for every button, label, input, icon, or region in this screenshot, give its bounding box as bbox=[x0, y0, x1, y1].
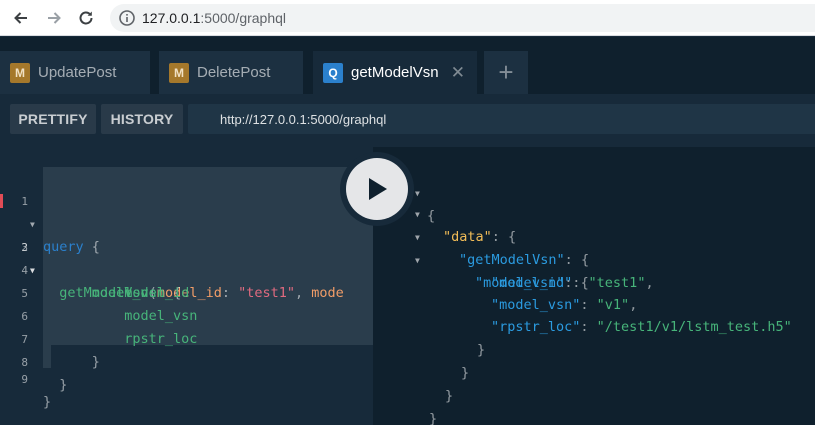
editor-line: 4 model_id bbox=[0, 236, 373, 301]
query-editor[interactable]: 1 ▼ query { 2 ▼ getModelVsn(model_id: "t… bbox=[0, 147, 373, 425]
query-badge: Q bbox=[323, 62, 343, 83]
execute-query-button[interactable] bbox=[340, 152, 414, 226]
result-line: ▼ "model_vsn": { bbox=[373, 226, 815, 291]
result-line: "model_vsn": "v1", bbox=[491, 297, 638, 313]
tab-label: UpdatePost bbox=[38, 64, 117, 81]
history-button[interactable]: HISTORY bbox=[101, 104, 183, 134]
forward-button[interactable] bbox=[42, 6, 66, 30]
endpoint-input[interactable]: http://127.0.0.1:5000/graphql bbox=[188, 104, 815, 134]
editor-line: 6 rpstr_loc bbox=[0, 282, 373, 347]
editor-line: 9 } bbox=[0, 345, 373, 410]
arrow-right-icon bbox=[48, 12, 61, 24]
reload-icon bbox=[79, 11, 93, 25]
tab-label: DeletePost bbox=[197, 64, 271, 81]
editor-line: 1 ▼ query { bbox=[0, 167, 373, 255]
tab-updatepost[interactable]: M UpdatePost bbox=[0, 51, 150, 94]
tab-label: getModelVsn bbox=[351, 64, 439, 81]
tab-bar: M UpdatePost M DeletePost Q getModelVsn … bbox=[0, 51, 815, 94]
result-line: } bbox=[461, 365, 470, 381]
result-line: ▼ { bbox=[373, 159, 815, 224]
editor-line: 2 ▼ getModelVsn(model_id: "test1", mode bbox=[0, 190, 373, 301]
error-marker bbox=[0, 194, 3, 208]
close-icon[interactable]: ✕ bbox=[451, 63, 465, 83]
result-line: } bbox=[429, 411, 438, 425]
endpoint-url: http://127.0.0.1:5000/graphql bbox=[220, 112, 387, 127]
line-number: 9 bbox=[21, 373, 28, 386]
toolbar: PRETTIFY HISTORY http://127.0.0.1:5000/g… bbox=[0, 94, 815, 147]
address-bar[interactable]: 127.0.0.1:5000/graphql bbox=[110, 4, 815, 32]
result-line: ▼ "getModelVsn": { bbox=[373, 203, 815, 268]
info-icon[interactable] bbox=[118, 9, 136, 27]
prettify-button[interactable]: PRETTIFY bbox=[10, 104, 96, 134]
mutation-badge: M bbox=[10, 62, 30, 83]
editor-line: 3 ▼ model_vsn { bbox=[0, 213, 373, 301]
browser-chrome: 127.0.0.1:5000/graphql bbox=[0, 0, 815, 36]
result-viewer[interactable]: ▼ { ▼ "data": { ▼ "getModelVsn": { ▼ "mo… bbox=[373, 147, 815, 425]
editor-line: 5 model_vsn bbox=[0, 259, 373, 324]
result-line: "model_id": "test1", bbox=[491, 275, 654, 291]
top-band bbox=[0, 37, 815, 51]
mutation-badge: M bbox=[169, 62, 189, 83]
reload-button[interactable] bbox=[74, 6, 98, 30]
back-button[interactable] bbox=[9, 6, 33, 30]
tab-deletepost[interactable]: M DeletePost bbox=[159, 51, 303, 94]
arrow-left-icon bbox=[14, 12, 27, 24]
play-icon bbox=[369, 178, 387, 200]
tab-getmodelvsn[interactable]: Q getModelVsn ✕ bbox=[313, 51, 477, 94]
result-line: } bbox=[445, 388, 454, 404]
editor-line: 7 } bbox=[0, 305, 373, 370]
add-tab-button[interactable]: + bbox=[484, 51, 528, 94]
result-line: } bbox=[477, 342, 486, 358]
result-line: "rpstr_loc": "/test1/v1/lstm_test.h5" bbox=[491, 319, 792, 335]
result-line: ▼ "data": { bbox=[373, 180, 815, 245]
url-text: 127.0.0.1:5000/graphql bbox=[142, 10, 287, 26]
